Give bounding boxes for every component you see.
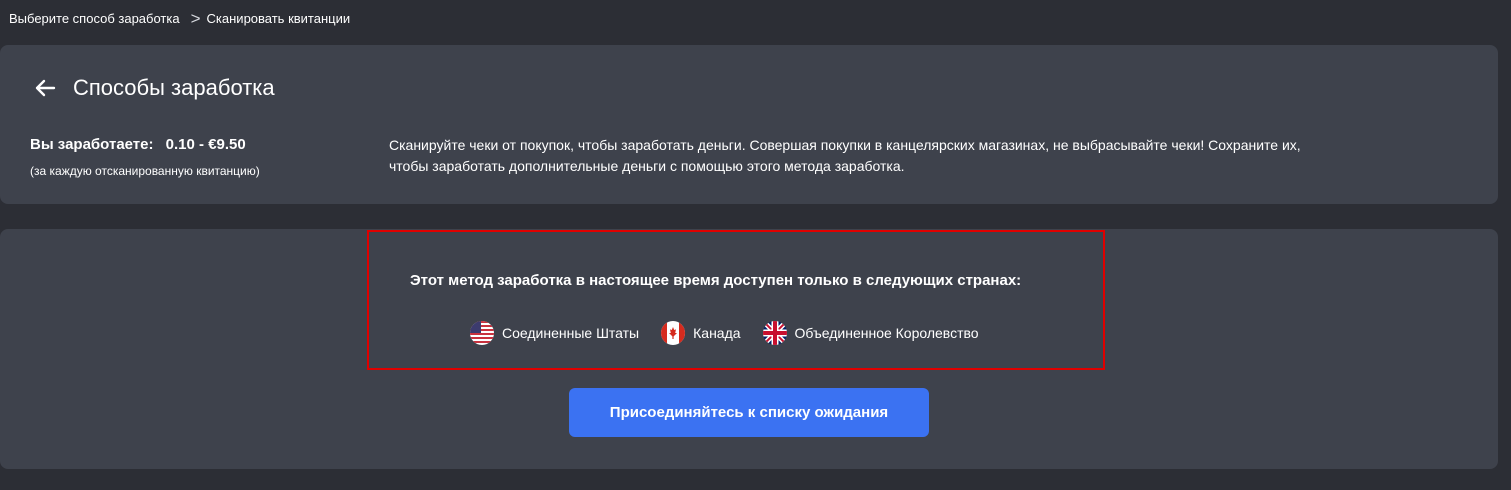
breadcrumb-item-scan-receipts[interactable]: Сканировать квитанции <box>207 11 351 26</box>
page-title: Способы заработка <box>73 75 275 100</box>
method-info-card <box>0 45 1498 204</box>
arrow-left-icon[interactable] <box>33 76 57 100</box>
country-name: Объединенное Королевство <box>794 325 979 341</box>
country-list: Соединенные Штаты Канада Объединенное Ко… <box>470 321 1001 345</box>
availability-text: Этот метод заработка в настоящее время д… <box>410 272 1022 289</box>
earnings-range: 0.10 - €9.50 <box>165 136 246 153</box>
page-header: Способы заработка <box>33 74 275 102</box>
country-item-uk: Объединенное Королевство <box>762 321 979 345</box>
join-waitlist-button[interactable]: Присоединяйтесь к списку ожидания <box>569 388 929 437</box>
earnings-label: Вы заработаете: <box>30 136 154 153</box>
country-name: Канада <box>693 325 741 341</box>
breadcrumb: Выберите способ заработка > Сканировать … <box>9 9 350 27</box>
canada-flag-icon <box>661 321 686 345</box>
country-name: Соединенные Штаты <box>502 325 640 341</box>
country-item-canada: Канада <box>661 321 741 345</box>
country-item-us: Соединенные Штаты <box>470 321 639 345</box>
method-description: Сканируйте чеки от покупок, чтобы зарабо… <box>389 137 1301 174</box>
uk-flag-icon <box>762 321 787 345</box>
highlight-frame <box>367 230 1105 370</box>
breadcrumb-item-choose-method[interactable]: Выберите способ заработка <box>9 11 180 26</box>
earnings-note: (за каждую отсканированную квитанцию) <box>30 164 260 178</box>
us-flag-icon <box>470 321 494 345</box>
breadcrumb-separator: > <box>190 8 201 28</box>
earnings-amount: Вы заработаете: 0.10 - €9.50 <box>30 136 246 153</box>
